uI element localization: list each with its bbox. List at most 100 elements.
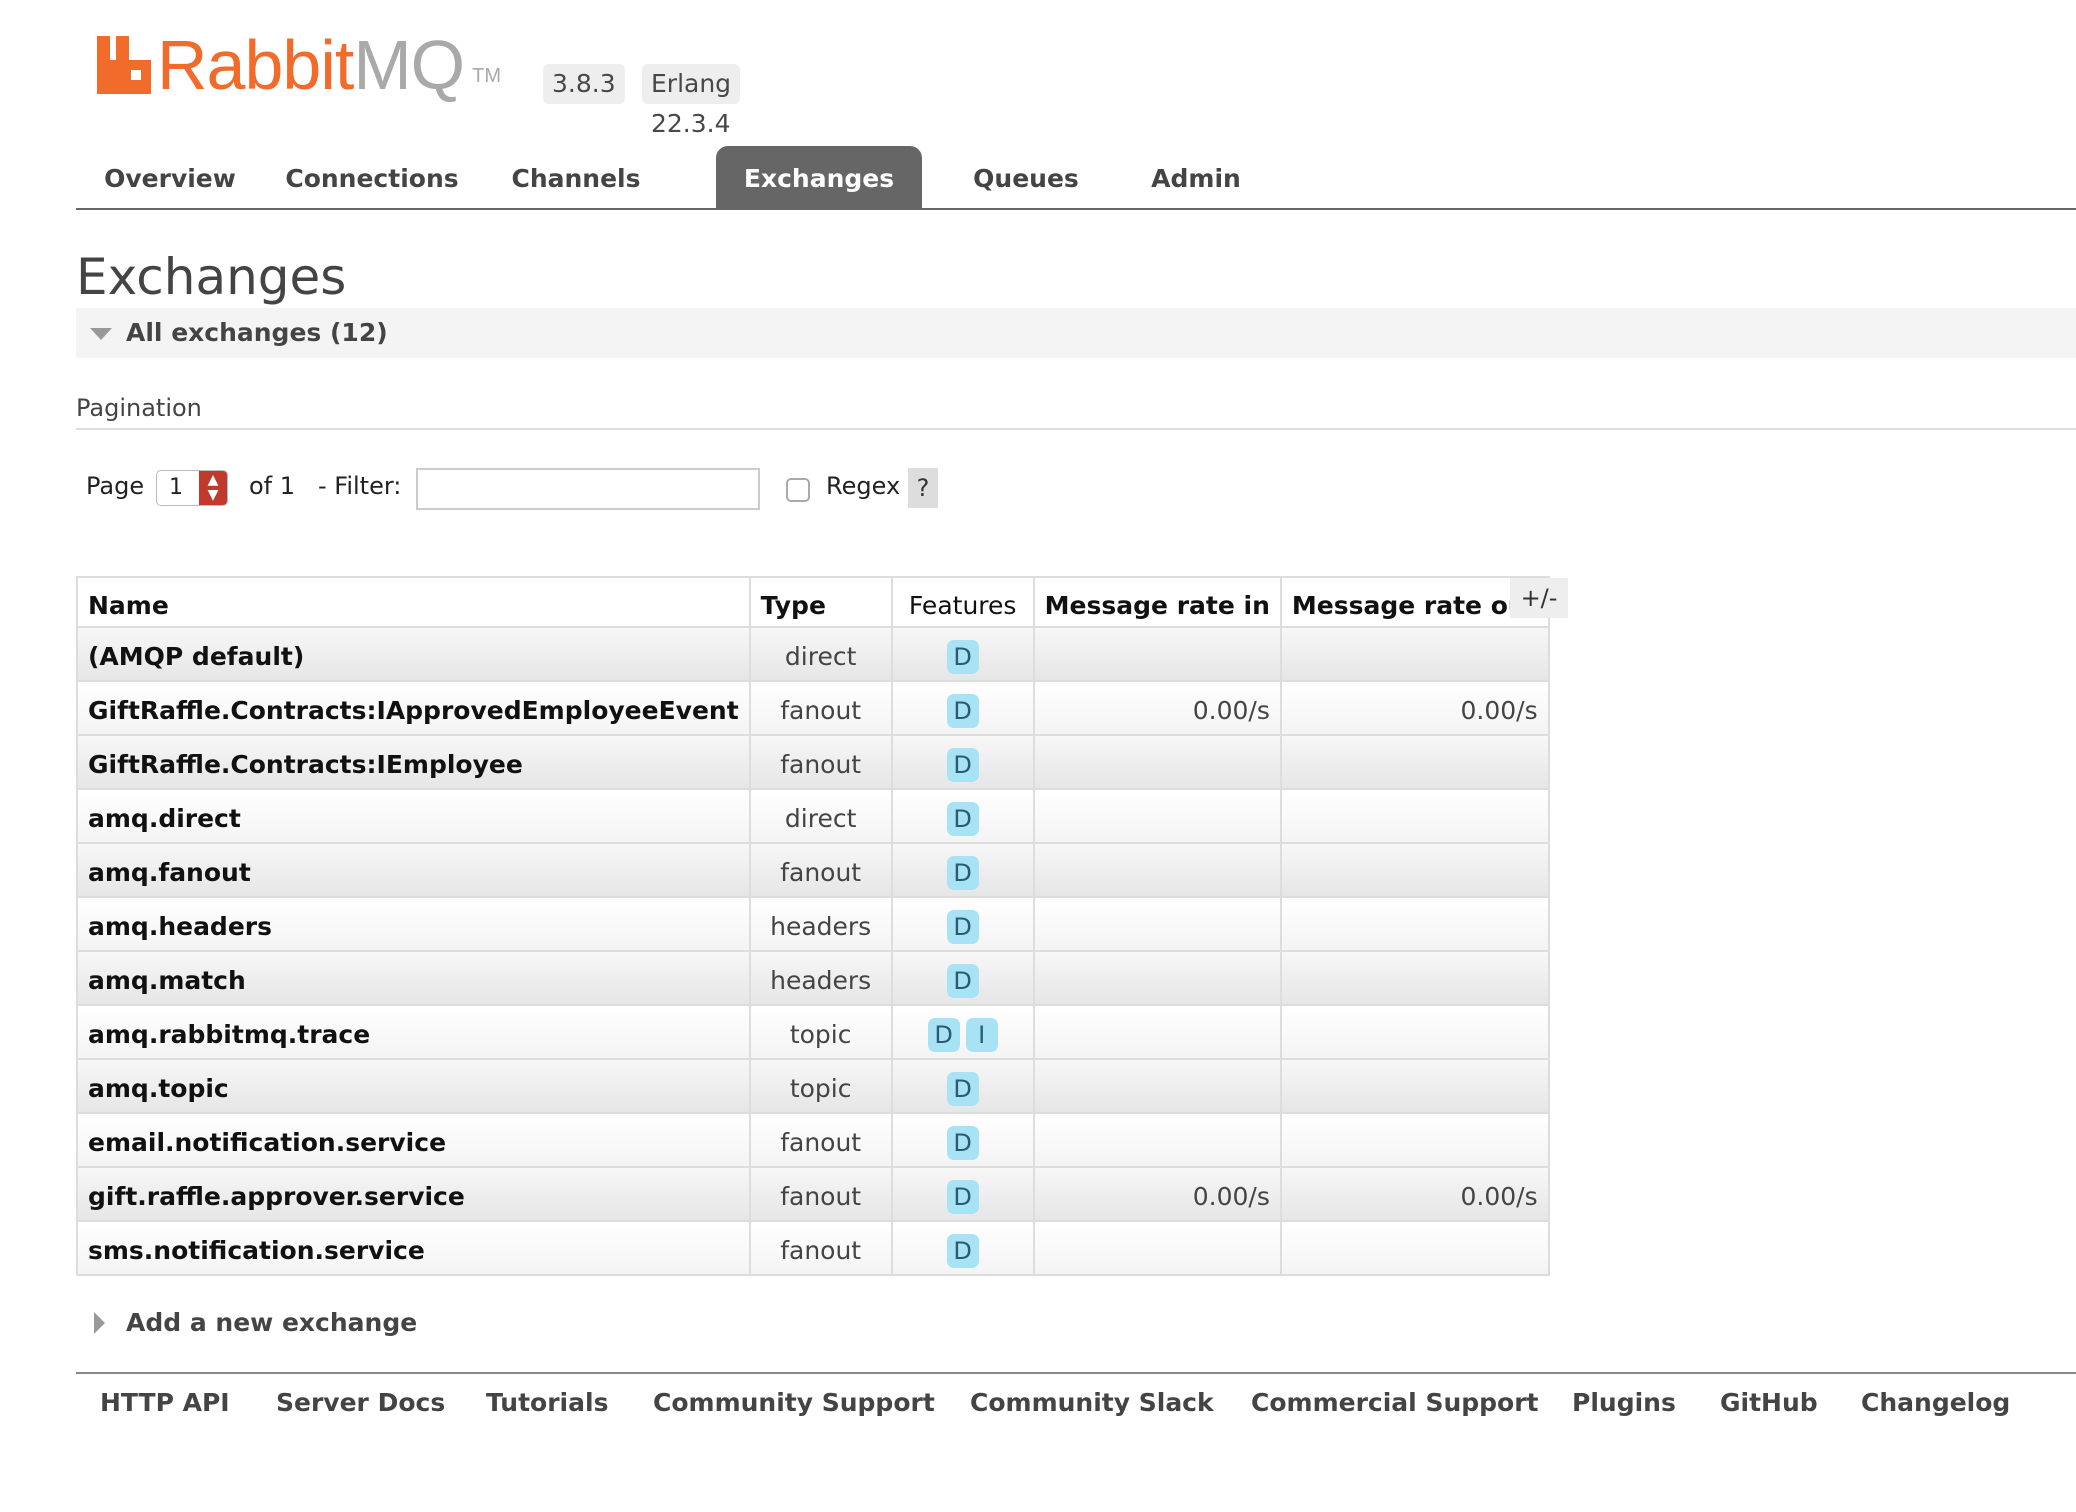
regex-label: Regex xyxy=(826,472,901,500)
tab-channels[interactable]: Channels xyxy=(476,146,676,210)
exchange-name-link[interactable]: (AMQP default) xyxy=(76,626,751,682)
tab-connections[interactable]: Connections xyxy=(276,146,468,210)
exchange-type: fanout xyxy=(748,842,893,898)
footer-link-commercial-support[interactable]: Commercial Support xyxy=(1251,1388,1539,1417)
exchanges-table-wrapper: Name Type Features Message rate in Messa… xyxy=(76,576,1550,1276)
tab-admin[interactable]: Admin xyxy=(1116,146,1276,210)
logo-text-rabbit: Rabbit xyxy=(157,26,354,104)
tab-overview[interactable]: Overview xyxy=(76,146,264,210)
message-rate-out xyxy=(1279,1004,1550,1060)
exchange-features: D xyxy=(890,950,1035,1006)
message-rate-out: 0.00/s xyxy=(1279,680,1550,736)
footer-link-community-support[interactable]: Community Support xyxy=(653,1388,935,1417)
durable-badge: D xyxy=(946,694,979,728)
internal-badge: I xyxy=(965,1018,998,1052)
message-rate-out: 0.00/s xyxy=(1279,1166,1550,1222)
exchange-features: D xyxy=(890,842,1035,898)
exchange-name-link[interactable]: sms.notification.service xyxy=(76,1220,751,1276)
page-count-label: of 1 xyxy=(249,472,296,500)
table-header-row: Name Type Features Message rate in Messa… xyxy=(76,576,1550,628)
message-rate-in: 0.00/s xyxy=(1032,680,1282,736)
durable-badge: D xyxy=(946,1180,979,1214)
durable-badge: D xyxy=(946,856,979,890)
exchange-features: D xyxy=(890,896,1035,952)
message-rate-in xyxy=(1032,1112,1282,1168)
table-row: amq.direct direct D xyxy=(76,788,1550,844)
exchange-name-link[interactable]: gift.raffle.approver.service xyxy=(76,1166,751,1222)
regex-help-button[interactable]: ? xyxy=(908,468,938,508)
table-row: email.notification.service fanout D xyxy=(76,1112,1550,1168)
add-exchange-label: Add a new exchange xyxy=(126,1308,418,1337)
table-row: amq.headers headers D xyxy=(76,896,1550,952)
table-row: sms.notification.service fanout D xyxy=(76,1220,1550,1276)
exchange-type: topic xyxy=(748,1058,893,1114)
footer-link-changelog[interactable]: Changelog xyxy=(1861,1388,2010,1417)
column-header-rate-out[interactable]: Message rate out xyxy=(1279,576,1550,628)
exchange-name-link[interactable]: amq.headers xyxy=(76,896,751,952)
expand-triangle-icon xyxy=(94,1312,105,1334)
column-header-type[interactable]: Type xyxy=(748,576,893,628)
table-row: amq.topic topic D xyxy=(76,1058,1550,1114)
table-row: GiftRaffle.Contracts:IEmployee fanout D xyxy=(76,734,1550,790)
exchange-features: D xyxy=(890,1058,1035,1114)
exchange-name-link[interactable]: amq.fanout xyxy=(76,842,751,898)
message-rate-in: 0.00/s xyxy=(1032,1166,1282,1222)
message-rate-out xyxy=(1279,1058,1550,1114)
tab-queues[interactable]: Queues xyxy=(936,146,1116,210)
message-rate-in xyxy=(1032,626,1282,682)
pagination-heading: Pagination xyxy=(76,394,202,422)
table-row: (AMQP default) direct D xyxy=(76,626,1550,682)
exchange-features: D xyxy=(890,1166,1035,1222)
exchange-features: D xyxy=(890,788,1035,844)
exchange-name-link[interactable]: email.notification.service xyxy=(76,1112,751,1168)
exchange-type: headers xyxy=(748,950,893,1006)
rabbitmq-logo[interactable]: RabbitMQ TM xyxy=(97,30,501,100)
durable-badge: D xyxy=(946,910,979,944)
table-row: gift.raffle.approver.service fanout D 0.00/… xyxy=(76,1166,1550,1222)
column-header-name[interactable]: Name xyxy=(76,576,751,628)
message-rate-out xyxy=(1279,734,1550,790)
tab-exchanges[interactable]: Exchanges xyxy=(716,146,922,210)
durable-badge: D xyxy=(927,1018,960,1052)
message-rate-in xyxy=(1032,842,1282,898)
footer-link-server-docs[interactable]: Server Docs xyxy=(276,1388,445,1417)
table-row: GiftRaffle.Contracts:IApprovedEmployeeEv… xyxy=(76,680,1550,736)
exchange-features: D xyxy=(890,626,1035,682)
durable-badge: D xyxy=(946,748,979,782)
exchange-name-link[interactable]: amq.direct xyxy=(76,788,751,844)
exchange-type: fanout xyxy=(748,1166,893,1222)
page-select-value: 1 xyxy=(169,475,183,500)
all-exchanges-section-toggle[interactable]: All exchanges (12) xyxy=(76,308,2076,358)
footer-divider xyxy=(76,1372,2076,1374)
message-rate-in xyxy=(1032,1058,1282,1114)
collapse-triangle-icon xyxy=(90,328,112,340)
durable-badge: D xyxy=(946,1234,979,1268)
exchange-name-link[interactable]: amq.topic xyxy=(76,1058,751,1114)
column-header-features: Features xyxy=(890,576,1035,628)
footer-link-tutorials[interactable]: Tutorials xyxy=(486,1388,608,1417)
durable-badge: D xyxy=(946,640,979,674)
exchange-features: D xyxy=(890,680,1035,736)
exchange-type: fanout xyxy=(748,680,893,736)
exchange-name-link[interactable]: GiftRaffle.Contracts:IEmployee xyxy=(76,734,751,790)
table-row: amq.fanout fanout D xyxy=(76,842,1550,898)
page-select[interactable]: 1 ▲ ▼ xyxy=(156,470,228,506)
regex-checkbox[interactable] xyxy=(786,478,810,502)
footer-link-plugins[interactable]: Plugins xyxy=(1572,1388,1676,1417)
toggle-columns-button[interactable]: +/- xyxy=(1510,578,1568,618)
column-header-rate-in[interactable]: Message rate in xyxy=(1032,576,1282,628)
message-rate-out xyxy=(1279,896,1550,952)
version-badge: 3.8.3 xyxy=(543,64,625,104)
exchange-features: DI xyxy=(890,1004,1035,1060)
exchange-name-link[interactable]: GiftRaffle.Contracts:IApprovedEmployeeEv… xyxy=(76,680,751,736)
footer-link-github[interactable]: GitHub xyxy=(1720,1388,1818,1417)
exchange-name-link[interactable]: amq.rabbitmq.trace xyxy=(76,1004,751,1060)
exchange-name-link[interactable]: amq.match xyxy=(76,950,751,1006)
exchange-features: D xyxy=(890,1220,1035,1276)
filter-input[interactable] xyxy=(416,468,760,510)
footer-link-http-api[interactable]: HTTP API xyxy=(100,1388,230,1417)
all-exchanges-label: All exchanges (12) xyxy=(126,318,388,347)
exchange-type: fanout xyxy=(748,1112,893,1168)
page-label: Page xyxy=(86,472,145,500)
footer-link-community-slack[interactable]: Community Slack xyxy=(970,1388,1214,1417)
